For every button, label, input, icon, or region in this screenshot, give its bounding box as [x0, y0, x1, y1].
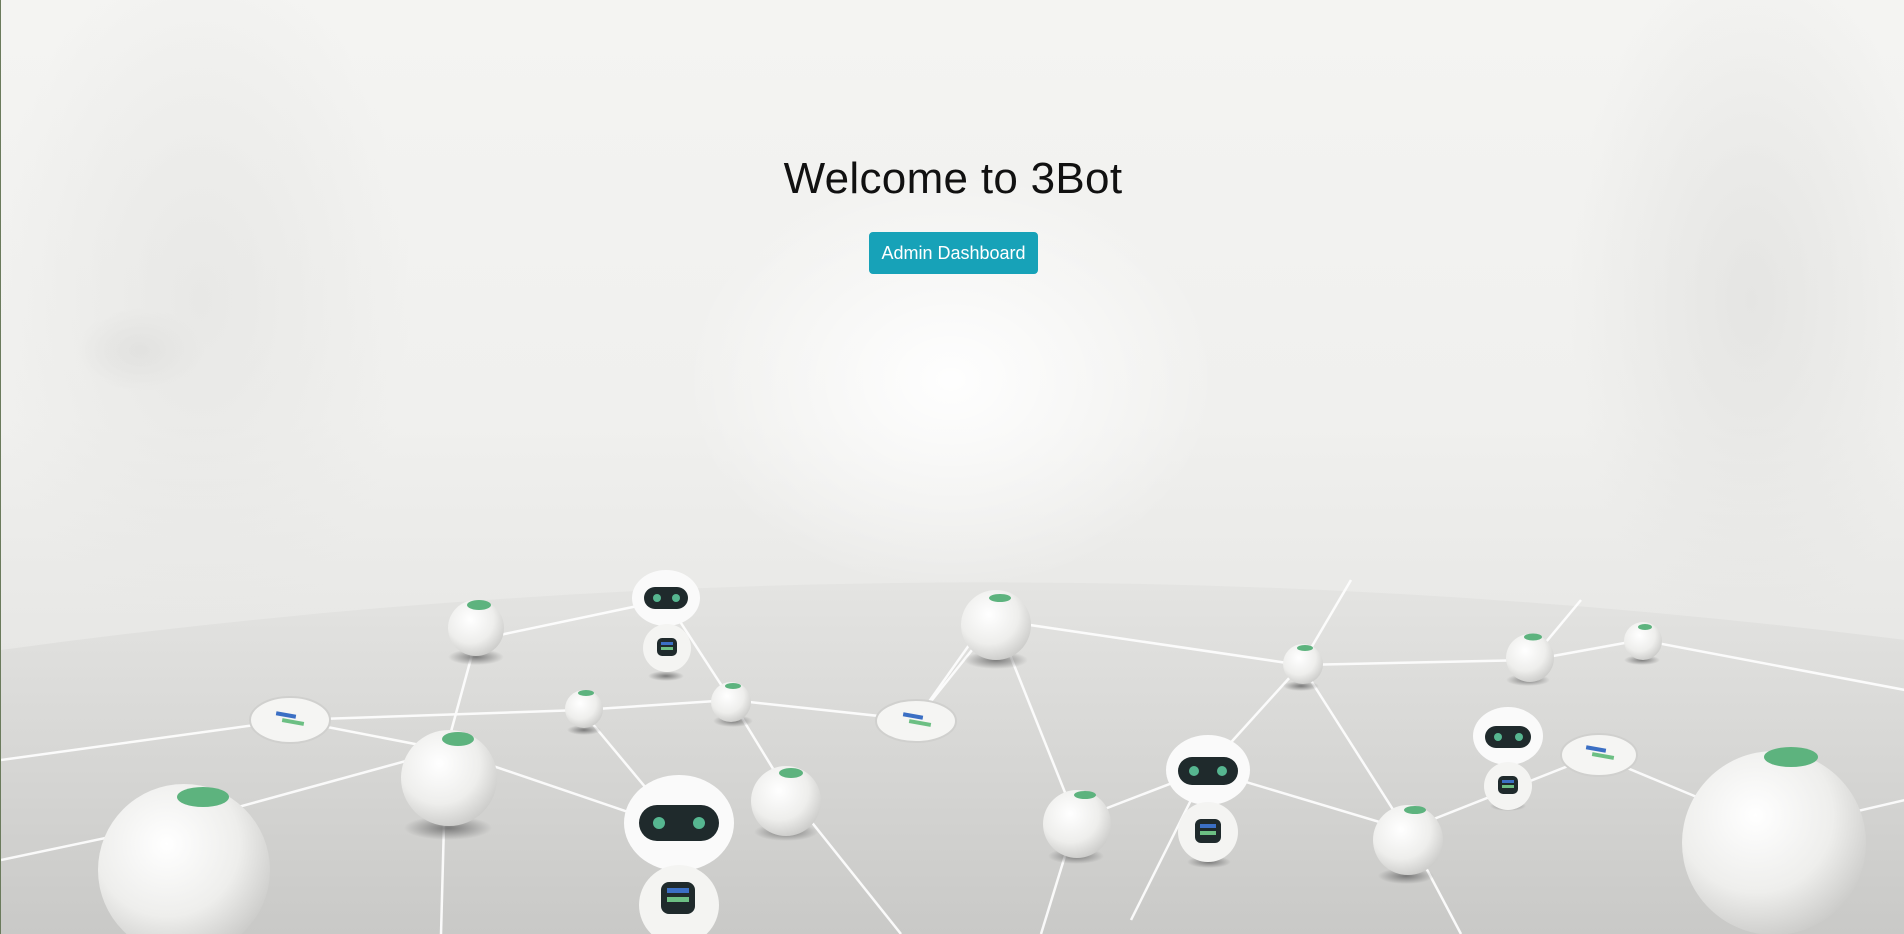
page: Welcome to 3Bot Admin Dashboard — [0, 0, 1904, 934]
sphere-node-5 — [1283, 644, 1323, 691]
sphere-node-7 — [1624, 622, 1662, 665]
network-illustration — [1, 570, 1904, 934]
sphere-node-9 — [751, 766, 821, 841]
sphere-node-10 — [1043, 790, 1111, 864]
dish-node-1 — [249, 696, 331, 744]
dish-node-2 — [875, 699, 957, 743]
admin-dashboard-button[interactable]: Admin Dashboard — [869, 232, 1038, 274]
dish-node-3 — [1560, 733, 1638, 777]
robot-4 — [624, 775, 734, 934]
sphere-node-4 — [961, 590, 1031, 669]
sphere-node-1 — [448, 600, 504, 665]
sphere-node-8 — [401, 730, 497, 840]
page-title: Welcome to 3Bot — [783, 154, 1123, 203]
sphere-node-2 — [565, 690, 603, 735]
sphere-node-6 — [1506, 633, 1554, 686]
